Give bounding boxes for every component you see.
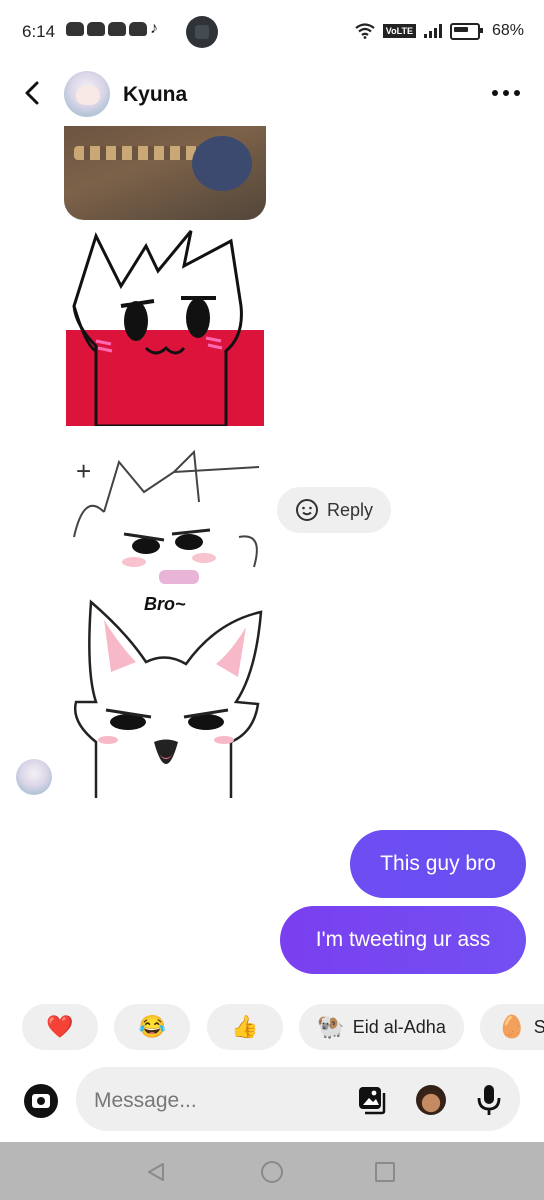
battery-icon [449, 22, 483, 40]
message-text: This guy bro [380, 852, 496, 875]
sticker-red-white-cat[interactable] [66, 226, 264, 426]
reaction-heart[interactable]: ❤️ [22, 1004, 98, 1050]
discord-icon [129, 22, 147, 36]
sender-avatar[interactable] [16, 759, 52, 795]
reaction-eid-al-adha[interactable]: 🐏 Eid al-Adha [299, 1004, 464, 1050]
sticker-caption: Bro~ [144, 594, 186, 614]
nav-home-icon[interactable] [261, 1161, 283, 1183]
battery-percent: 68% [491, 22, 524, 39]
avatar-sticker-icon[interactable] [416, 1085, 446, 1115]
status-right: VoLTE 68% [355, 22, 524, 40]
microphone-icon[interactable] [474, 1083, 504, 1117]
contact-name[interactable]: Kyuna [123, 83, 187, 107]
notification-icons: ♪ [66, 20, 162, 37]
floating-app-bubble-icon[interactable] [186, 16, 218, 48]
sticker-smug-cat[interactable]: + [64, 442, 266, 584]
discord-icon [87, 22, 105, 36]
system-navigation-bar [0, 1142, 544, 1200]
camera-icon[interactable] [24, 1084, 58, 1118]
reaction-easter[interactable]: 🥚 St [480, 1004, 544, 1050]
quick-reactions-bar: ❤️ 😂 👍 🐏 Eid al-Adha 🥚 St [22, 1004, 544, 1050]
discord-icon [66, 22, 84, 36]
reply-label: Reply [326, 499, 374, 520]
svg-text:+: + [76, 456, 91, 486]
laughing-emoji-icon: 😂 [138, 1014, 167, 1039]
chip-label: St [533, 1016, 544, 1037]
more-options-icon[interactable] [492, 90, 520, 96]
nav-recents-icon[interactable] [375, 1162, 395, 1182]
smile-icon [295, 499, 318, 521]
signal-icon [423, 24, 442, 38]
sent-message-bubble[interactable]: This guy bro [350, 830, 526, 898]
chip-label: Eid al-Adha [352, 1016, 446, 1037]
chat-header: Kyuna [0, 64, 544, 126]
sticker-bro-cat[interactable]: Bro~ [66, 592, 264, 798]
message-input[interactable]: Message... [76, 1067, 520, 1131]
heart-icon: ❤️ [46, 1014, 74, 1039]
nav-back-icon[interactable] [146, 1162, 166, 1182]
gallery-icon[interactable] [357, 1085, 387, 1115]
sheep-icon: 🐏 [317, 1014, 345, 1039]
tiktok-icon: ♪ [150, 20, 158, 37]
back-arrow-icon[interactable] [18, 78, 48, 108]
status-bar: 6:14 ♪ VoLTE 68% [0, 0, 544, 64]
reaction-laugh[interactable]: 😂 [114, 1004, 191, 1050]
reply-button[interactable]: Reply [277, 487, 391, 533]
message-list: + Reply Bro~ [0, 126, 544, 826]
message-composer: Message... [0, 1062, 544, 1142]
status-time: 6:14 [22, 22, 56, 41]
egg-icon: 🥚 [498, 1014, 526, 1039]
message-placeholder: Message... [94, 1089, 197, 1112]
thumbs-up-icon: 👍 [231, 1014, 259, 1039]
wifi-icon [355, 23, 375, 39]
message-text: I'm tweeting ur ass [315, 928, 491, 951]
received-photo[interactable] [64, 126, 266, 220]
discord-icon [108, 22, 126, 36]
reaction-thumbs-up[interactable]: 👍 [206, 1004, 283, 1050]
contact-avatar[interactable] [64, 71, 110, 117]
volte-badge: VoLTE [382, 24, 416, 38]
sent-message-bubble[interactable]: I'm tweeting ur ass [280, 906, 526, 974]
